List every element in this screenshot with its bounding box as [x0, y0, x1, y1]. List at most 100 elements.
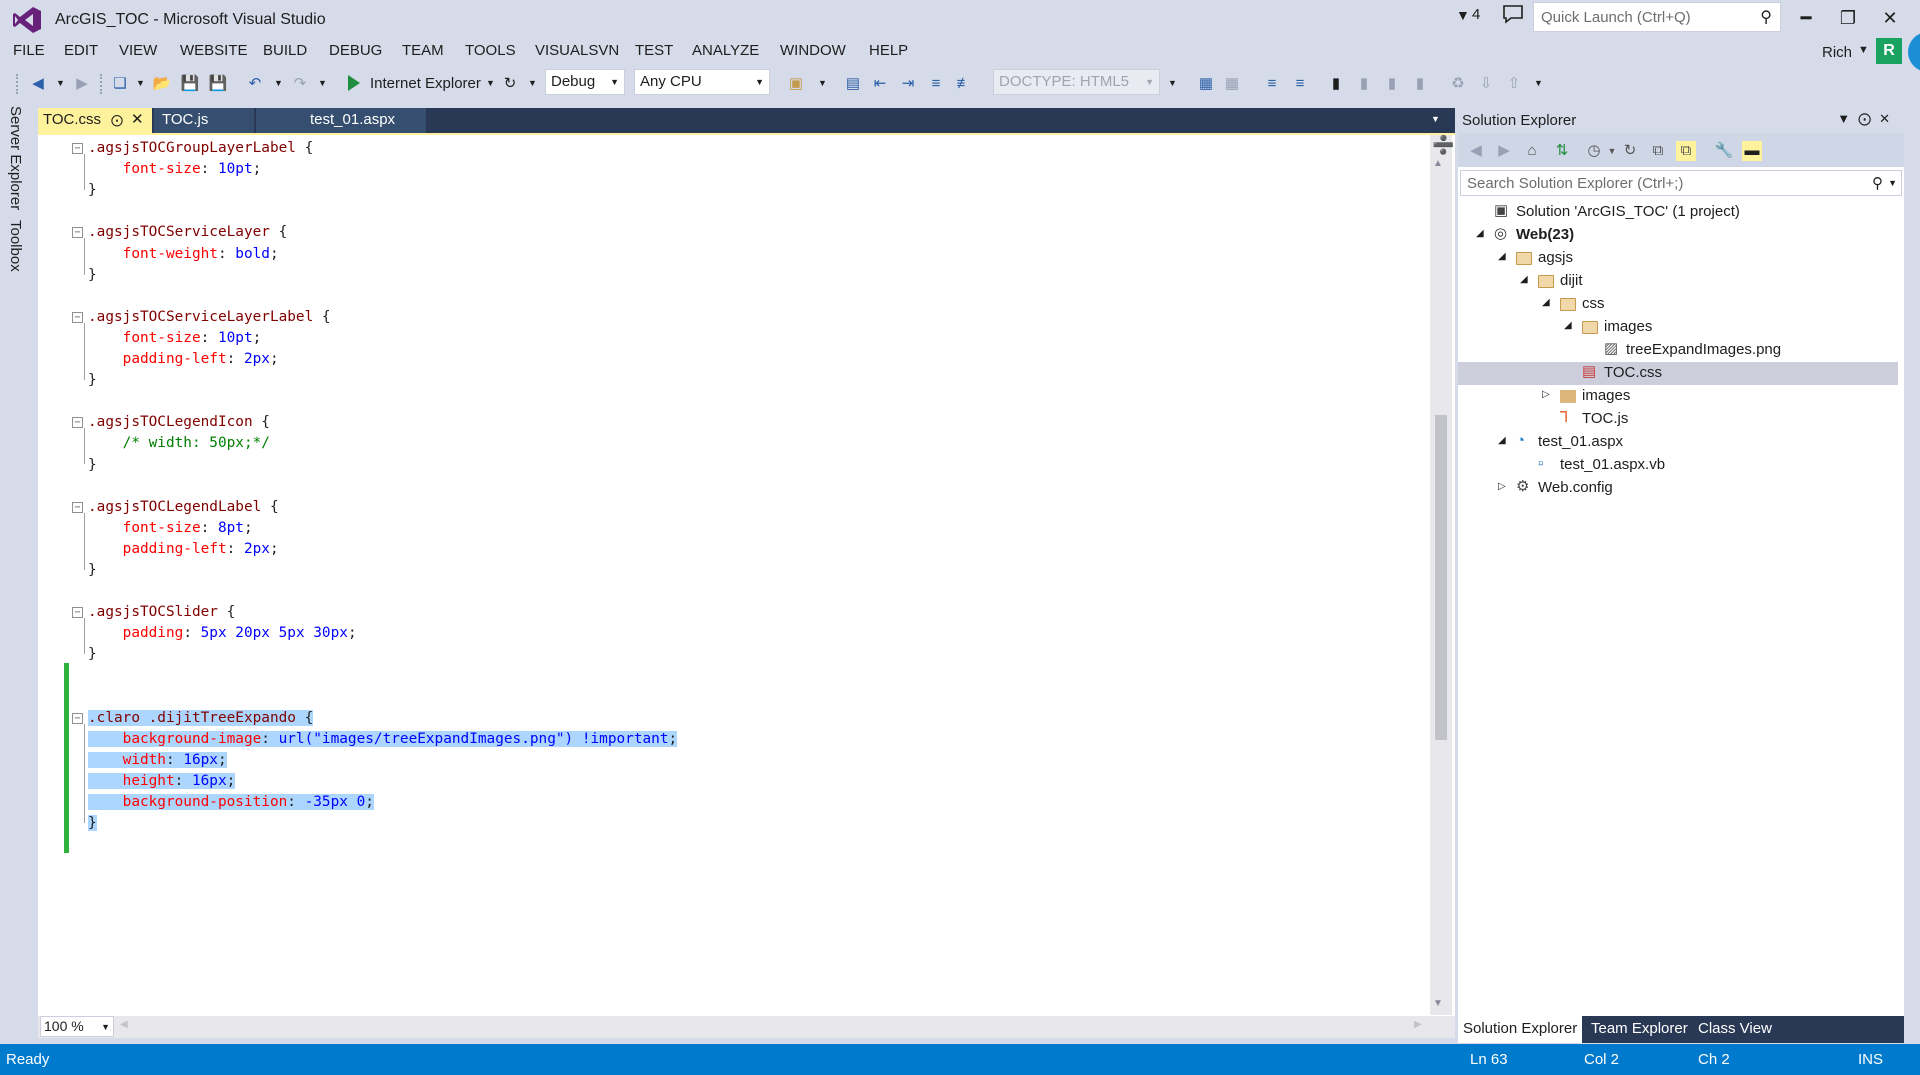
- menu-test[interactable]: TEST: [635, 42, 673, 59]
- document-outline-icon[interactable]: ▤: [843, 74, 863, 94]
- expand-arrow-icon[interactable]: ◢: [1476, 228, 1484, 239]
- close-icon[interactable]: ✕: [1879, 111, 1898, 126]
- tab-toc-css[interactable]: TOC.css ⨀ ✕: [38, 108, 152, 133]
- chevron-down-icon[interactable]: ▼: [1602, 141, 1622, 161]
- chevron-down-icon[interactable]: ▼: [1431, 114, 1440, 124]
- fold-toggle-icon[interactable]: −: [72, 501, 83, 513]
- tab-class-view[interactable]: Class View: [1693, 1016, 1777, 1043]
- collapse-arrow-icon[interactable]: ▷: [1498, 481, 1506, 492]
- align-left-icon[interactable]: ≡: [1262, 74, 1282, 94]
- start-debugging-button[interactable]: Internet Explorer: [344, 72, 494, 96]
- menu-edit[interactable]: EDIT: [64, 42, 98, 59]
- code-line[interactable]: .agsjsTOCServiceLayerLabel {: [88, 307, 331, 328]
- redo-icon[interactable]: ↷: [290, 74, 310, 94]
- code-line[interactable]: }: [88, 370, 97, 391]
- collapse-all-icon[interactable]: ⧉: [1648, 141, 1668, 161]
- menu-team[interactable]: TEAM: [402, 42, 444, 59]
- code-line[interactable]: font-weight: bold;: [88, 244, 279, 265]
- tab-solution-explorer[interactable]: Solution Explorer: [1458, 1016, 1583, 1043]
- forward-icon[interactable]: ▶: [1494, 141, 1514, 161]
- tree-item[interactable]: ◢ images: [1458, 316, 1898, 339]
- menu-build[interactable]: BUILD: [263, 42, 307, 59]
- code-line[interactable]: font-size: 8pt;: [88, 518, 253, 539]
- tree-item[interactable]: ▷ images: [1458, 385, 1898, 408]
- toolbar-grip[interactable]: [100, 74, 104, 94]
- chevron-down-icon[interactable]: ▼: [818, 78, 827, 88]
- sync-icon[interactable]: ⇅: [1552, 141, 1572, 161]
- notification-count[interactable]: 4: [1472, 6, 1480, 23]
- code-line[interactable]: }: [88, 265, 97, 286]
- pin-icon[interactable]: ⨀: [111, 108, 123, 132]
- code-line[interactable]: font-size: 10pt;: [88, 159, 262, 180]
- code-line[interactable]: .agsjsTOCLegendLabel {: [88, 497, 279, 518]
- menu-analyze[interactable]: ANALYZE: [692, 42, 759, 59]
- scroll-right-icon[interactable]: ▶: [1414, 1019, 1422, 1030]
- refresh-icon[interactable]: ↻: [500, 74, 520, 94]
- forward-icon[interactable]: ▶: [72, 74, 92, 94]
- chevron-down-icon[interactable]: ▼: [318, 78, 327, 88]
- tree-item[interactable]: ▷ ⚙ Web.config: [1458, 477, 1898, 500]
- minimize-button[interactable]: ━: [1786, 4, 1826, 32]
- increase-indent-icon[interactable]: ⇥: [898, 74, 918, 94]
- tab-test-01-aspx[interactable]: test_01.aspx: [256, 108, 426, 133]
- chevron-down-icon[interactable]: ▼: [1837, 111, 1858, 126]
- chevron-down-icon[interactable]: ▼: [274, 78, 283, 88]
- menu-file[interactable]: FILE: [13, 42, 45, 59]
- tree-item[interactable]: ◢ agsjs: [1458, 247, 1898, 270]
- undo-icon[interactable]: ↶: [245, 74, 265, 94]
- format-document-icon[interactable]: ▦: [1196, 74, 1216, 94]
- previous-bookmark-icon[interactable]: ▮: [1354, 74, 1374, 94]
- home-icon[interactable]: ⌂: [1522, 141, 1542, 161]
- expand-arrow-icon[interactable]: ◢: [1542, 297, 1550, 308]
- tree-item[interactable]: ▣ Solution 'ArcGIS_TOC' (1 project): [1458, 201, 1898, 224]
- save-icon[interactable]: 💾: [180, 74, 200, 94]
- platform-select[interactable]: Any CPU ▼: [634, 69, 770, 95]
- fold-toggle-icon[interactable]: −: [72, 311, 83, 323]
- expand-arrow-icon[interactable]: ◢: [1498, 251, 1506, 262]
- toolbar-grip[interactable]: [16, 74, 20, 94]
- format-selection-icon[interactable]: ▦: [1222, 74, 1242, 94]
- expand-arrow-icon[interactable]: ◢: [1564, 320, 1572, 331]
- chevron-down-icon[interactable]: ▼: [486, 78, 495, 88]
- clear-bookmarks-icon[interactable]: ▮: [1410, 74, 1430, 94]
- bookmark-icon[interactable]: ▮: [1326, 74, 1346, 94]
- menu-help[interactable]: HELP: [869, 42, 908, 59]
- code-line[interactable]: .claro .dijitTreeExpando {: [88, 708, 314, 729]
- find-in-files-icon[interactable]: ▣: [786, 74, 806, 94]
- menu-website[interactable]: WEBSITE: [180, 42, 248, 59]
- code-line[interactable]: font-size: 10pt;: [88, 328, 262, 349]
- code-line[interactable]: }: [88, 813, 97, 834]
- zoom-select[interactable]: 100 % ▼: [40, 1016, 114, 1037]
- code-line[interactable]: }: [88, 644, 97, 665]
- search-icon[interactable]: ⚲: [1872, 174, 1883, 192]
- split-window-icon[interactable]: ➗: [1432, 135, 1454, 156]
- user-name[interactable]: Rich: [1822, 44, 1852, 61]
- avatar[interactable]: R: [1876, 38, 1902, 64]
- code-editor[interactable]: .agsjsTOCGroupLayerLabel {− font-size: 1…: [38, 133, 1455, 1019]
- chevron-down-icon[interactable]: ▼: [136, 78, 145, 88]
- menu-window[interactable]: WINDOW: [780, 42, 846, 59]
- decrease-indent-icon[interactable]: ⇤: [870, 74, 890, 94]
- close-icon[interactable]: ✕: [131, 108, 144, 132]
- tab-toc-js[interactable]: TOC.js: [154, 108, 254, 133]
- scroll-up-icon[interactable]: ▲: [1433, 158, 1443, 169]
- menu-view[interactable]: VIEW: [119, 42, 157, 59]
- scrollbar-thumb[interactable]: [1435, 415, 1447, 740]
- properties-icon[interactable]: 🔧: [1714, 141, 1734, 161]
- fold-toggle-icon[interactable]: −: [72, 417, 83, 429]
- fold-toggle-icon[interactable]: −: [72, 712, 83, 724]
- back-icon[interactable]: ◀: [1466, 141, 1486, 161]
- expand-arrow-icon[interactable]: ◢: [1520, 274, 1528, 285]
- fold-toggle-icon[interactable]: −: [72, 607, 83, 619]
- chevron-down-icon[interactable]: ▼: [1534, 78, 1543, 88]
- chevron-down-icon[interactable]: ▼: [56, 78, 65, 88]
- preview-icon[interactable]: ▬: [1742, 141, 1762, 161]
- menu-visualsvn[interactable]: VISUALSVN: [535, 42, 619, 59]
- chevron-down-icon[interactable]: ▼: [1168, 78, 1177, 88]
- code-line[interactable]: /* width: 50px;*/: [88, 433, 270, 454]
- menu-debug[interactable]: DEBUG: [329, 42, 382, 59]
- fold-toggle-icon[interactable]: −: [72, 143, 83, 154]
- code-line[interactable]: }: [88, 455, 97, 476]
- save-all-icon[interactable]: 💾: [208, 74, 228, 94]
- code-line[interactable]: padding-left: 2px;: [88, 539, 279, 560]
